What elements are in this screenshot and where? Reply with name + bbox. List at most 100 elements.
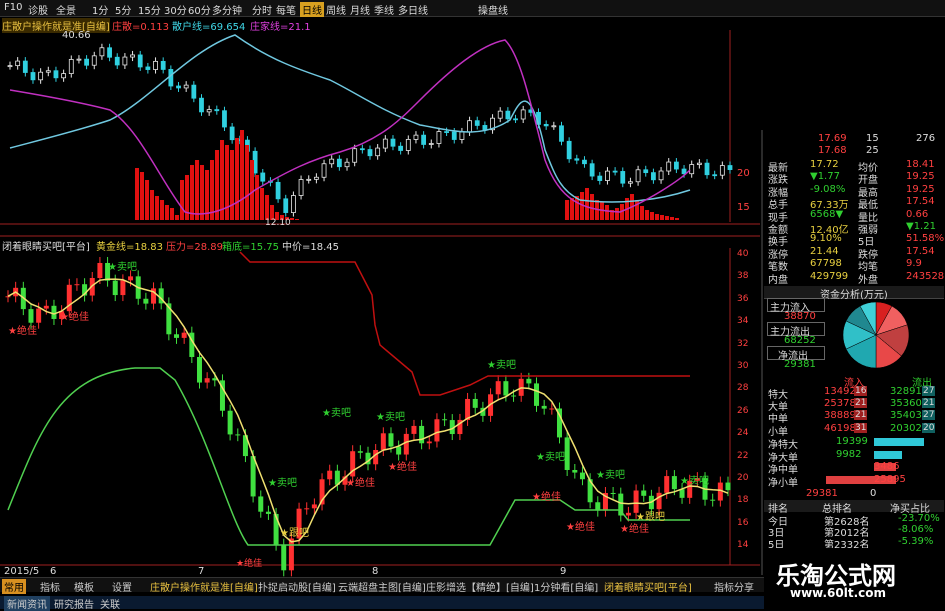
candle-body — [656, 492, 662, 510]
upper-candle-body — [390, 138, 396, 147]
quote-top-5: 25 — [866, 145, 879, 156]
tab-indicator[interactable]: 指标 — [40, 579, 60, 594]
net-row: 净特大 19399 — [766, 436, 945, 451]
tab-settings[interactable]: 设置 — [112, 579, 132, 594]
tab-zhuangsanhu[interactable]: 庄散户操作就是准[自编] — [150, 579, 258, 594]
tab-template[interactable]: 模板 — [74, 579, 94, 594]
mid-value: 中价=18.45 — [282, 242, 340, 253]
quote-label: 内盘 — [768, 274, 788, 286]
upper-candle-body — [681, 168, 687, 175]
candle-body — [181, 332, 187, 338]
tab-share[interactable]: 指标分享 — [714, 579, 754, 594]
histogram-bar — [640, 206, 644, 220]
candle-body — [549, 408, 555, 410]
upper-candle-body — [497, 110, 503, 119]
rank-percent: -8.06% — [898, 524, 934, 536]
upper-candle-body — [7, 65, 13, 68]
candle-body — [128, 276, 134, 281]
histogram-bar — [615, 208, 619, 220]
candle-body — [357, 451, 363, 453]
net-value: 3486 — [874, 461, 900, 473]
quote-row: 内盘 429799 外盘 243528 — [766, 271, 945, 286]
upper-candle-body — [214, 109, 220, 112]
lower-axis-label: 26 — [737, 405, 749, 416]
candle-body — [258, 496, 264, 512]
pressure-line — [239, 251, 690, 396]
candle-body — [373, 450, 379, 465]
fund-pie-chart — [842, 301, 910, 369]
upper-candle-body — [405, 139, 411, 151]
flow-in-percent: 31 — [854, 422, 868, 433]
candle-body — [196, 356, 202, 383]
candle-body — [380, 433, 386, 451]
upper-candle-body — [467, 120, 472, 133]
signal-sell-6: ★卖吧 — [596, 470, 625, 481]
upper-candle-body — [398, 145, 404, 151]
upper-candle-body — [474, 120, 480, 126]
flow-row: 特大 13492 16 32891 27 — [766, 386, 945, 401]
upper-candle-body — [275, 181, 281, 200]
upper-candle-body — [229, 126, 235, 141]
histogram-bar — [245, 145, 249, 220]
histogram-bar — [255, 175, 259, 220]
tab-yunduan[interactable]: 云端超盘主图[自编] — [338, 579, 426, 594]
lower-indicator-name[interactable]: 闭着眼睛买吧[平台] — [2, 238, 90, 253]
quote-row: 金额 12.40亿 强弱 ▼1.21 — [766, 221, 945, 236]
upper-candle-body — [719, 165, 725, 176]
candle-body — [572, 469, 578, 473]
upper-candle-body — [183, 84, 189, 89]
upper-candle-body — [704, 162, 710, 176]
net-value: 9982 — [836, 448, 862, 460]
lower-axis-label: 20 — [737, 473, 749, 483]
signal-follow-2: ★跟吧 — [636, 512, 665, 523]
quote-value: 17.72 — [810, 159, 839, 170]
candle-body — [419, 425, 425, 444]
candle-body — [503, 381, 509, 396]
histogram-bar — [240, 130, 244, 220]
upper-candle-body — [344, 161, 350, 168]
quote-value: 0.66 — [906, 208, 929, 220]
lower-axis-label: 18 — [737, 495, 749, 506]
upper-candle-body — [38, 71, 44, 81]
signal-hold-2: ★绝佳 — [60, 312, 89, 323]
gold-line — [7, 278, 729, 543]
flow-out-percent: 27 — [922, 386, 936, 396]
upper-candle-body — [306, 178, 312, 181]
tab-bizheyanjing[interactable]: 闭着眼睛买吧[平台] — [604, 579, 692, 594]
candle-body — [511, 395, 517, 397]
net-label: 净小单 — [768, 477, 798, 489]
upper-candle-body — [727, 165, 733, 170]
histogram-bar — [165, 205, 169, 220]
lower-axis-label: 34 — [737, 316, 749, 327]
flow-out-percent: 27 — [922, 410, 936, 421]
histogram-bar — [250, 160, 254, 220]
flow-out-percent: 21 — [922, 398, 936, 409]
flow-in-value: 13492 — [824, 386, 856, 397]
tab-zhuangying[interactable]: 庄影增选【精绝】[自编] — [426, 579, 534, 594]
lower-axis-label: 16 — [737, 517, 749, 528]
upper-candle-body — [321, 163, 327, 178]
candle-body — [664, 476, 670, 493]
histogram-bar — [605, 205, 609, 220]
histogram-bar — [155, 196, 159, 220]
candle-body — [403, 433, 409, 455]
upper-candle-body — [206, 109, 212, 113]
main-in-value: 38870 — [784, 311, 816, 322]
quote-row: 涨跌 ▼1.77 开盘 19.25 — [766, 171, 945, 186]
candle-body — [28, 309, 34, 323]
lower-panel-header: 闭着眼睛买吧[平台] 黄金线=18.83 压力=28.89 箱底=15.75 中… — [0, 237, 760, 253]
quote-value: ▼1.77 — [810, 171, 840, 183]
upper-candle-body — [191, 84, 197, 99]
tab-common[interactable]: 常用 — [2, 579, 26, 594]
tab-1min[interactable]: 1分钟看[自编] — [534, 579, 598, 594]
upper-candle-body — [612, 170, 618, 173]
date-label-sep: 9 — [560, 566, 567, 577]
candle-body — [411, 425, 417, 434]
candle-body — [235, 434, 241, 436]
lower-axis-label: 40 — [737, 249, 749, 259]
lower-axis-label: 24 — [737, 428, 749, 439]
histogram-bar — [175, 215, 179, 220]
net-out-box: 净流出 — [767, 346, 825, 362]
upper-candle-body — [559, 125, 564, 142]
tab-puzhuo[interactable]: 扑捉启动股[自编] — [258, 579, 336, 594]
